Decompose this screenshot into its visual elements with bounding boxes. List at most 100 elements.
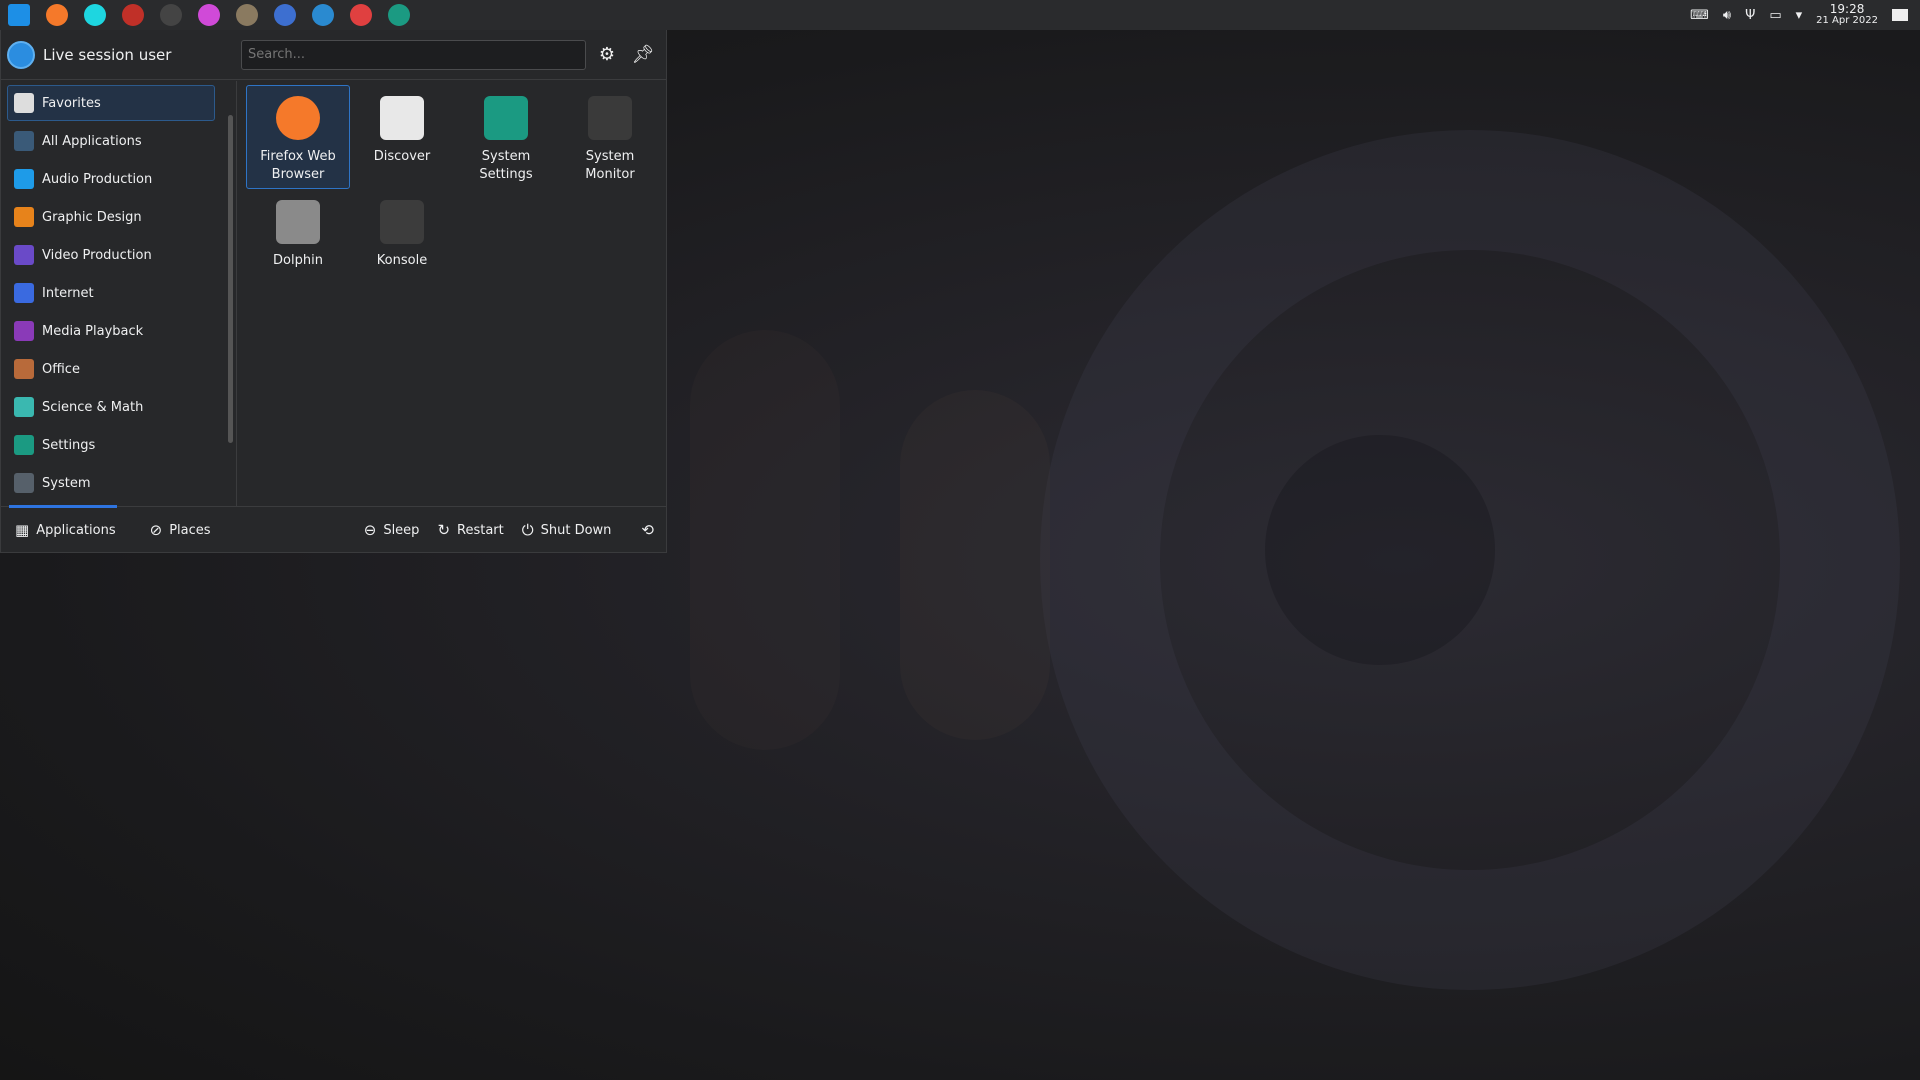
tab-places[interactable]: ⊘ Places [141, 521, 220, 539]
sidebar-item-label: Video Production [42, 247, 152, 263]
app-tile-discover[interactable]: Discover [350, 85, 454, 189]
sidebar-item-internet[interactable]: Internet [7, 275, 215, 311]
taskbar-launcher[interactable] [190, 0, 228, 30]
sidebar-item-media-playback[interactable]: Media Playback [7, 313, 215, 349]
taskbar-launcher[interactable] [38, 0, 76, 30]
app-label: System Settings [479, 149, 533, 182]
button-label: Restart [457, 522, 504, 538]
search-input[interactable] [241, 39, 586, 70]
app-tile-system-settings[interactable]: System Settings [454, 85, 558, 189]
restart-icon: ↻ [437, 521, 451, 539]
logout-icon: ⟲ [641, 521, 654, 539]
category-icon [14, 397, 34, 417]
leave-button[interactable]: ⟲ [632, 521, 666, 539]
darktable-icon [312, 4, 334, 26]
taskbar-launcher[interactable] [266, 0, 304, 30]
app-icon [276, 200, 320, 244]
sidebar-item-office[interactable]: Office [7, 351, 215, 387]
active-tab-indicator [9, 505, 117, 508]
clock[interactable]: 19:28 21 Apr 2022 [1816, 2, 1878, 26]
app-tile-system-monitor[interactable]: System Monitor [558, 85, 662, 189]
sidebar-item-label: Graphic Design [42, 209, 142, 225]
wallpaper-logo-bar [690, 330, 840, 750]
app-tile-konsole[interactable]: Konsole [350, 189, 454, 293]
sleep-icon: ⊖ [363, 521, 377, 539]
volume-icon[interactable]: 🔊︎ [1723, 8, 1731, 23]
avatar[interactable] [7, 40, 35, 69]
sidebar-scrollbar[interactable] [228, 115, 233, 443]
user-name: Live session user [43, 45, 172, 64]
gimp-icon [236, 4, 258, 26]
app-tile-dolphin[interactable]: Dolphin [246, 189, 350, 293]
category-icon [14, 283, 34, 303]
taskbar-launcher[interactable] [114, 0, 152, 30]
sidebar-item-audio-production[interactable]: Audio Production [7, 161, 215, 197]
tab-label: Places [169, 522, 211, 538]
tab-applications[interactable]: ▦ Applications [1, 521, 125, 539]
firefox-icon [46, 4, 68, 26]
shutdown-button[interactable]: ⏻ Shut Down [513, 521, 621, 539]
button-label: Sleep [383, 522, 420, 538]
sidebar-item-label: Settings [42, 437, 96, 453]
sidebar-item-label: Science & Math [42, 399, 144, 415]
taskbar-launcher[interactable] [152, 0, 190, 30]
sidebar-item-favorites[interactable]: Favorites [7, 85, 215, 121]
taskbar-launcher[interactable] [304, 0, 342, 30]
usb-icon[interactable]: Ψ [1745, 8, 1755, 23]
sleep-button[interactable]: ⊖ Sleep [355, 521, 429, 539]
category-icon [14, 435, 34, 455]
sidebar-item-science-math[interactable]: Science & Math [7, 389, 215, 425]
category-icon [14, 321, 34, 341]
app-label: Konsole [376, 253, 428, 268]
app-label: Dolphin [273, 253, 323, 268]
sidebar-item-label: Audio Production [42, 171, 153, 187]
app-label: Firefox Web Browser [260, 149, 336, 182]
category-icon [14, 131, 34, 151]
wallpaper-logo-bar [900, 390, 1050, 740]
sidebar-item-video-production[interactable]: Video Production [7, 237, 215, 273]
taskbar-launcher[interactable] [342, 0, 380, 30]
expand-tray-icon[interactable]: ▾ [1796, 8, 1803, 23]
taskbar-launcher[interactable] [228, 0, 266, 30]
app-icon [380, 200, 424, 244]
taskbar-launcher[interactable] [0, 0, 38, 30]
keyboard-icon[interactable]: ⌨ [1690, 8, 1709, 23]
sidebar-item-settings[interactable]: Settings [7, 427, 215, 463]
show-desktop-icon[interactable] [1892, 9, 1908, 21]
category-icon [14, 169, 34, 189]
sidebar-item-label: Office [42, 361, 80, 377]
sidebar-item-system[interactable]: System [7, 465, 215, 501]
app-icon [276, 96, 320, 140]
app-label: Discover [373, 149, 431, 164]
ardour-icon [122, 4, 144, 26]
sidebar-item-label: Media Playback [42, 323, 144, 339]
sidebar-item-all-applications[interactable]: All Applications [7, 123, 215, 159]
application-launcher-menu: Live session user ⚙ 📌︎ Favorites All Appl… [0, 30, 667, 553]
taskbar-launcher[interactable] [76, 0, 114, 30]
category-icon [14, 93, 34, 113]
configure-gear-icon[interactable]: ⚙ [592, 44, 622, 65]
menu-header: Live session user ⚙ 📌︎ [1, 30, 666, 80]
wallpaper-logo-center [1265, 435, 1495, 665]
app-tile-firefox-web-browser[interactable]: Firefox Web Browser [246, 85, 350, 189]
sidebar-item-label: Favorites [42, 95, 101, 111]
applications-grid-icon: ▦ [15, 521, 30, 539]
sidebar-item-label: Internet [42, 285, 94, 301]
pin-icon[interactable]: 📌︎ [628, 44, 658, 65]
sidebar-item-label: System [42, 475, 91, 491]
category-icon [14, 359, 34, 379]
button-label: Shut Down [540, 522, 612, 538]
app-icon [380, 96, 424, 140]
tab-label: Applications [36, 522, 116, 538]
network-icon[interactable]: ▭ [1769, 8, 1781, 23]
app-icon [588, 96, 632, 140]
clock-time: 19:28 [1829, 2, 1865, 16]
restart-button[interactable]: ↻ Restart [428, 521, 512, 539]
app-label: System Monitor [585, 149, 635, 182]
category-icon [14, 245, 34, 265]
app-icon [484, 96, 528, 140]
obs-icon [160, 4, 182, 26]
carla-icon [84, 4, 106, 26]
taskbar-launcher[interactable] [380, 0, 418, 30]
sidebar-item-graphic-design[interactable]: Graphic Design [7, 199, 215, 235]
